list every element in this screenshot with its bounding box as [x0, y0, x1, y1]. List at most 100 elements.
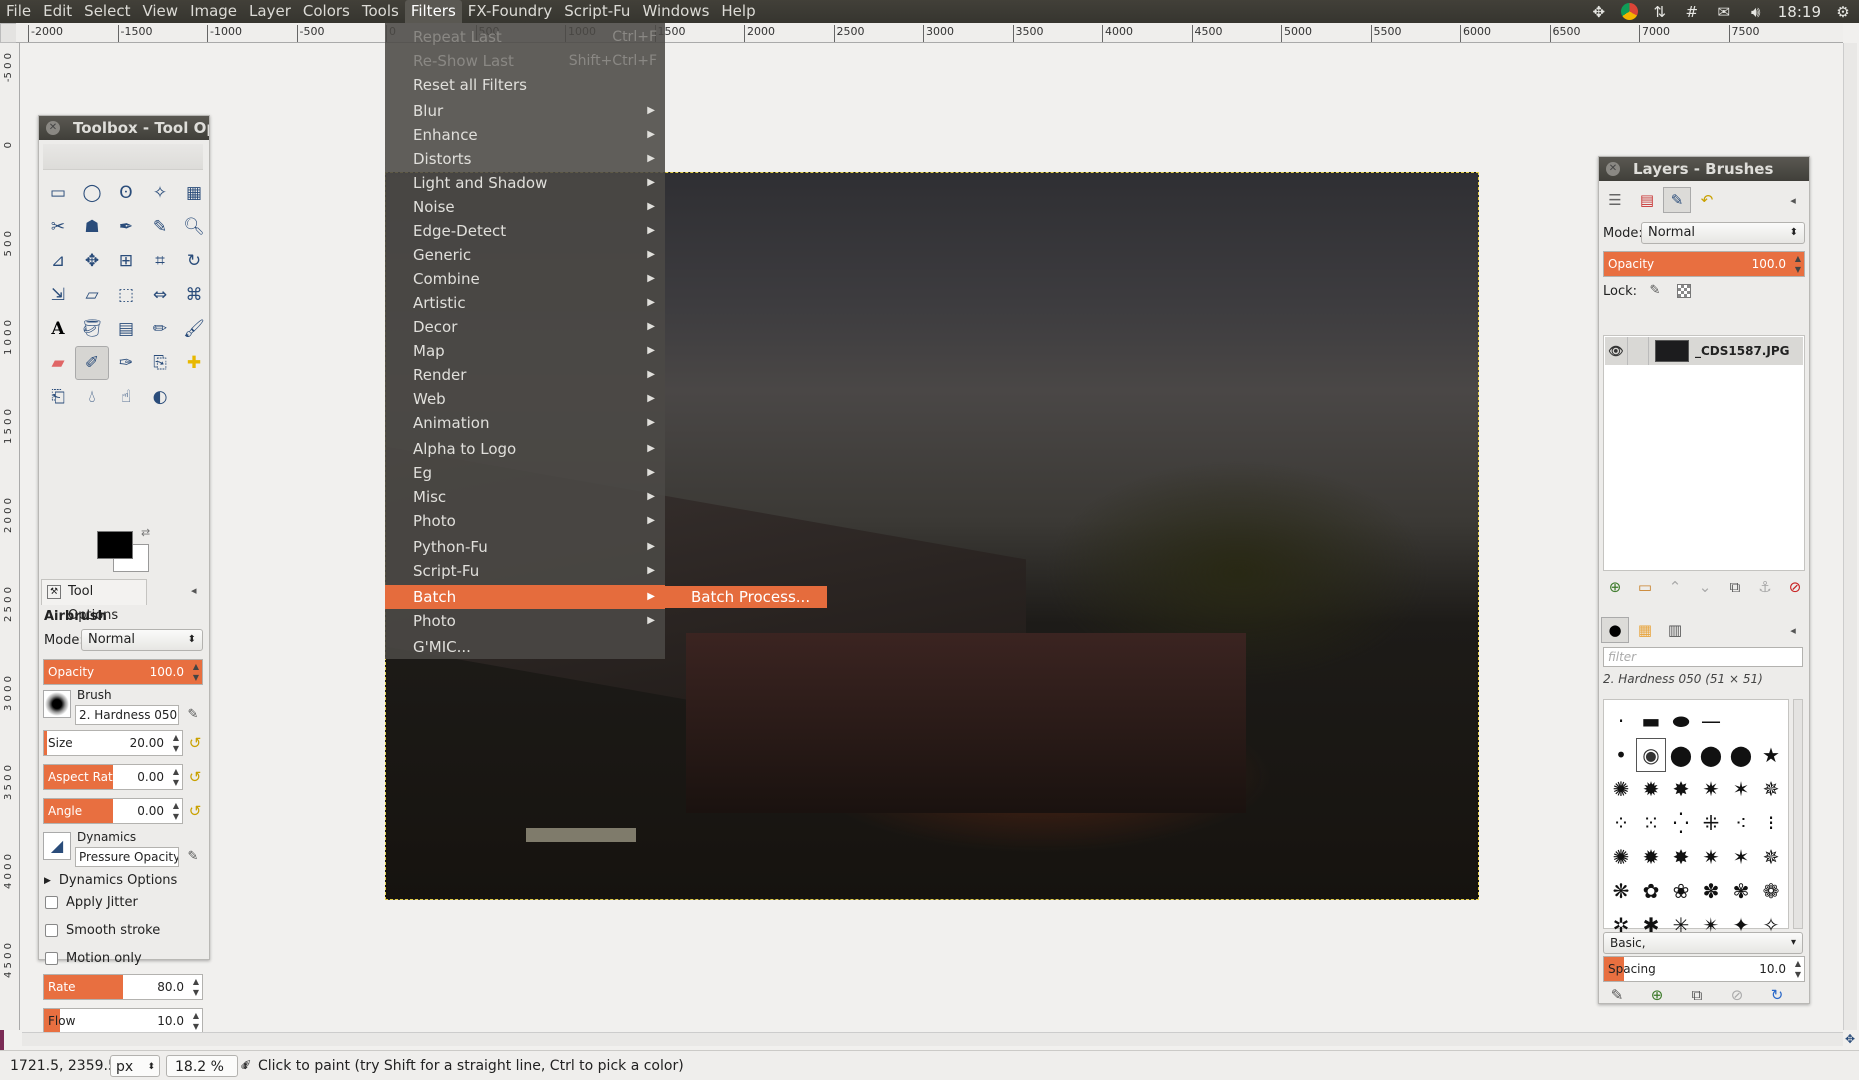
- eraser-tool-icon[interactable]: ▰: [41, 346, 75, 380]
- paths-tab-icon[interactable]: ✎: [1663, 187, 1691, 213]
- brush-thumbnail[interactable]: ✵: [1756, 840, 1786, 874]
- filters-item-repeat-last[interactable]: Repeat Last Ctrl+F: [385, 25, 665, 49]
- scissors-select-tool-icon[interactable]: ✂: [41, 210, 75, 244]
- blur-sharpen-tool-icon[interactable]: 💧︎: [75, 380, 109, 414]
- brush-thumbnail[interactable]: ✶: [1726, 840, 1756, 874]
- ink-tool-icon[interactable]: ✑: [109, 346, 143, 380]
- brush-thumbnail[interactable]: ✿: [1636, 874, 1666, 908]
- smooth-stroke-checkbox[interactable]: Smooth stroke: [45, 923, 160, 938]
- color-picker-tool-icon[interactable]: ✎: [143, 210, 177, 244]
- brush-thumbnail[interactable]: —: [1696, 704, 1726, 738]
- delete-layer-icon[interactable]: ⊘: [1783, 575, 1807, 599]
- brush-thumbnail[interactable]: ✺: [1606, 772, 1636, 806]
- brush-thumbnail[interactable]: ❋: [1606, 874, 1636, 908]
- keyboard-layout-icon[interactable]: #: [1682, 2, 1702, 22]
- crop-tool-icon[interactable]: ⌗: [143, 244, 177, 278]
- layers-tab-icon[interactable]: ☰: [1601, 187, 1629, 213]
- filters-item-enhance[interactable]: Enhance ▶: [385, 123, 665, 147]
- brush-thumbnail[interactable]: ⬤: [1726, 738, 1756, 772]
- brush-thumbnail[interactable]: [1726, 704, 1756, 738]
- brush-thumbnail[interactable]: ⁙: [1636, 806, 1666, 840]
- brush-thumbnail[interactable]: [1756, 704, 1786, 738]
- brush-thumbnail[interactable]: ✾: [1726, 874, 1756, 908]
- filters-item-eg[interactable]: Eg ▶: [385, 461, 665, 485]
- horizontal-scrollbar[interactable]: [22, 1032, 1843, 1046]
- ellipse-select-tool-icon[interactable]: ◯: [75, 176, 109, 210]
- menu-fx-foundry[interactable]: FX-Foundry: [462, 0, 558, 23]
- patterns-tab-icon[interactable]: ▦: [1631, 617, 1659, 643]
- brush-thumbnail[interactable]: ✺: [1606, 840, 1636, 874]
- layer-opacity-slider[interactable]: Opacity 100.0 ▲ ▼: [1603, 251, 1805, 277]
- zoom-select[interactable]: 18.2 % ⬍: [166, 1055, 249, 1077]
- brush-thumbnail[interactable]: ⬬: [1666, 704, 1696, 738]
- filters-item-batch[interactable]: Batch ▶: [385, 585, 665, 609]
- brush-thumbnail[interactable]: ✷: [1696, 772, 1726, 806]
- filters-item-noise[interactable]: Noise ▶: [385, 195, 665, 219]
- paintbrush-tool-icon[interactable]: 🖌︎: [177, 312, 211, 346]
- select-by-color-tool-icon[interactable]: ▦: [177, 176, 211, 210]
- new-layer-icon[interactable]: ⊕: [1603, 575, 1627, 599]
- edit-brush-icon[interactable]: ✎: [181, 703, 205, 727]
- new-brush-icon[interactable]: ⊕: [1645, 983, 1669, 1007]
- aspect-ratio-slider[interactable]: Aspect Ratio 0.00 ▲ ▼: [43, 764, 183, 790]
- filters-item-web[interactable]: Web ▶: [385, 387, 665, 411]
- layer-mode-select[interactable]: Normal ⬍: [1641, 222, 1805, 244]
- undo-history-tab-icon[interactable]: ↶: [1693, 187, 1721, 213]
- brush-thumbnail[interactable]: ⁖: [1726, 806, 1756, 840]
- reset-angle-icon[interactable]: ↺: [185, 801, 205, 821]
- motion-only-checkbox[interactable]: Motion only: [45, 951, 142, 966]
- perspective-clone-tool-icon[interactable]: ⎗: [41, 380, 75, 414]
- brush-thumbnail[interactable]: ⁜: [1696, 806, 1726, 840]
- chrome-icon[interactable]: [1620, 3, 1638, 20]
- brush-thumbnail[interactable]: ◉: [1636, 738, 1666, 772]
- swap-colors-icon[interactable]: ⇄: [141, 526, 150, 539]
- dynamics-preview-icon[interactable]: ◢: [43, 832, 71, 860]
- filters-item-light-and-shadow[interactable]: Light and Shadow ▶: [385, 171, 665, 195]
- brush-thumbnail[interactable]: ❀: [1666, 874, 1696, 908]
- dodge-burn-tool-icon[interactable]: ◐: [143, 380, 177, 414]
- spacing-slider[interactable]: Spacing 10.0 ▲ ▼: [1603, 956, 1805, 982]
- lower-layer-icon[interactable]: ⌄: [1693, 575, 1717, 599]
- close-icon[interactable]: ✕: [1606, 162, 1620, 176]
- shear-tool-icon[interactable]: ▱: [75, 278, 109, 312]
- brush-thumbnail[interactable]: ⁘: [1606, 806, 1636, 840]
- filters-item-blur[interactable]: Blur ▶: [385, 99, 665, 123]
- filters-item-script-fu[interactable]: Script-Fu ▶: [385, 559, 665, 583]
- lock-alpha-icon[interactable]: [1677, 284, 1691, 298]
- airbrush-tool-icon[interactable]: ✐: [75, 346, 109, 380]
- menu-file[interactable]: File: [0, 0, 37, 23]
- menu-windows[interactable]: Windows: [636, 0, 715, 23]
- vertical-scrollbar[interactable]: [1843, 43, 1857, 1030]
- rate-slider[interactable]: Rate 80.0 ▲ ▼: [43, 974, 203, 1000]
- vertical-ruler[interactable]: -5 0 0 0 5 0 0 1 0 0 0 1 5 0 0 2 0 0 0 2 5 0 0…: [0, 43, 20, 1030]
- pencil-tool-icon[interactable]: ✏: [143, 312, 177, 346]
- edit-dynamics-icon[interactable]: ✎: [181, 845, 205, 869]
- delete-brush-icon[interactable]: ⊘: [1725, 983, 1749, 1007]
- rect-select-tool-icon[interactable]: ▭: [41, 176, 75, 210]
- brush-tag-select[interactable]: Basic, ▾: [1603, 932, 1803, 954]
- dropbox-icon[interactable]: ✥: [1589, 2, 1609, 22]
- align-tool-icon[interactable]: ⊞: [109, 244, 143, 278]
- lock-pixels-icon[interactable]: ✎: [1643, 279, 1667, 303]
- brush-thumbnail[interactable]: ·: [1606, 704, 1636, 738]
- close-icon[interactable]: ✕: [46, 121, 60, 135]
- filters-item-edge-detect[interactable]: Edge-Detect ▶: [385, 219, 665, 243]
- heal-tool-icon[interactable]: ✚: [177, 346, 211, 380]
- menu-layer[interactable]: Layer: [243, 0, 297, 23]
- reset-aspect-ratio-icon[interactable]: ↺: [185, 767, 205, 787]
- filters-item-map[interactable]: Map ▶: [385, 339, 665, 363]
- menu-script-fu[interactable]: Script-Fu: [558, 0, 636, 23]
- dynamics-options-expander[interactable]: ▶ Dynamics Options: [44, 873, 177, 888]
- cage-transform-tool-icon[interactable]: ⌘: [177, 278, 211, 312]
- smudge-tool-icon[interactable]: ☝︎: [109, 380, 143, 414]
- navigate-icon[interactable]: ✥: [1843, 1032, 1857, 1046]
- brush-thumbnail[interactable]: ⬤: [1666, 738, 1696, 772]
- volume-icon[interactable]: 🔊︎: [1746, 2, 1766, 22]
- spin-arrows-icon[interactable]: ▲ ▼: [173, 800, 179, 822]
- perspective-tool-icon[interactable]: ⬚: [109, 278, 143, 312]
- filters-item-render[interactable]: Render ▶: [385, 363, 665, 387]
- free-select-tool-icon[interactable]: ʘ: [109, 176, 143, 210]
- brush-thumbnail[interactable]: ⁛: [1666, 806, 1696, 840]
- foreground-color-swatch-top[interactable]: [97, 531, 133, 559]
- menu-filters[interactable]: Filters: [404, 0, 462, 23]
